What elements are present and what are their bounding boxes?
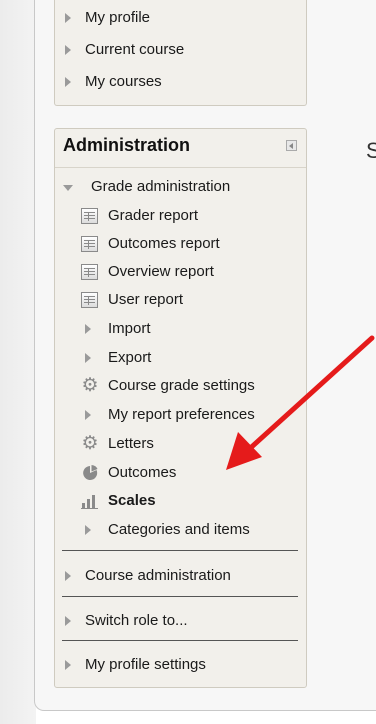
gear-icon: ⚙ (81, 433, 99, 454)
expand-arrow-icon (65, 77, 71, 87)
report-icon (81, 292, 98, 308)
gear-icon: ⚙ (81, 375, 99, 396)
administration-block: Administration Grade administration Grad… (54, 128, 307, 688)
expand-arrow-icon (85, 410, 91, 420)
expand-arrow-icon (85, 353, 91, 363)
section-divider (62, 640, 298, 641)
report-icon (81, 264, 98, 280)
expand-arrow-icon (65, 45, 71, 55)
block-title: Administration (63, 135, 191, 155)
page-background (0, 0, 36, 724)
report-icon (81, 208, 98, 224)
expand-arrow-icon (65, 660, 71, 670)
pie-chart-icon (83, 465, 98, 480)
collapse-arrow-icon (63, 185, 73, 191)
partial-heading-text: S (366, 138, 376, 163)
report-icon (81, 236, 98, 252)
dock-block-icon[interactable] (286, 140, 297, 151)
section-divider (62, 550, 298, 551)
active-item-label: Scales (108, 492, 156, 509)
navigation-block: My profile Current course My courses (54, 0, 307, 106)
bar-chart-icon (81, 495, 98, 509)
block-header: Administration (55, 129, 306, 168)
expand-arrow-icon (85, 324, 91, 334)
expand-arrow-icon (85, 525, 91, 535)
section-divider (62, 596, 298, 597)
expand-arrow-icon (65, 616, 71, 626)
expand-arrow-icon (65, 13, 71, 23)
expand-arrow-icon (65, 571, 71, 581)
